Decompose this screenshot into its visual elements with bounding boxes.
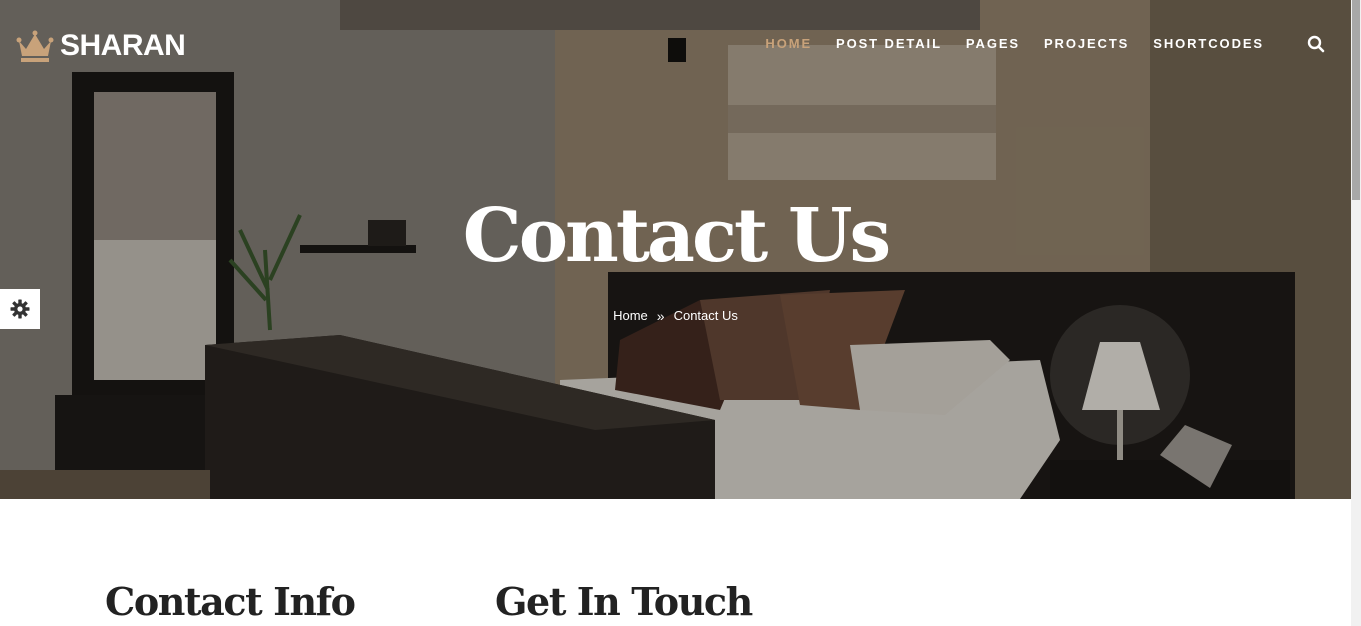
contact-info-heading: Contact Info (105, 579, 356, 624)
page-title: Contact Us (462, 193, 891, 279)
scrollbar-thumb[interactable] (1352, 0, 1360, 200)
get-in-touch-heading: Get In Touch (495, 579, 753, 624)
search-icon[interactable] (1307, 35, 1325, 53)
breadcrumb: Home » Contact Us (0, 307, 1351, 325)
gear-icon (10, 299, 30, 319)
main-nav: HOME POST DETAIL PAGES PROJECTS SHORTCOD… (765, 36, 1264, 52)
nav-item-shortcodes[interactable]: SHORTCODES (1153, 36, 1264, 52)
page-scrollbar[interactable] (1351, 0, 1361, 626)
nav-item-pages[interactable]: PAGES (966, 36, 1020, 52)
nav-item-projects[interactable]: PROJECTS (1044, 36, 1129, 52)
breadcrumb-current: Contact Us (673, 308, 738, 323)
nav-item-home[interactable]: HOME (765, 36, 812, 52)
hero-banner: SHARAN HOME POST DETAIL PAGES PROJECTS S… (0, 0, 1351, 499)
nav-item-post-detail[interactable]: POST DETAIL (836, 36, 942, 52)
brand-name: SHARAN (60, 29, 186, 62)
crown-icon (16, 30, 54, 62)
settings-toggle-button[interactable] (0, 289, 40, 329)
breadcrumb-home[interactable]: Home (613, 307, 648, 325)
breadcrumb-separator-icon: » (656, 308, 665, 324)
site-logo[interactable]: SHARAN (16, 28, 186, 64)
